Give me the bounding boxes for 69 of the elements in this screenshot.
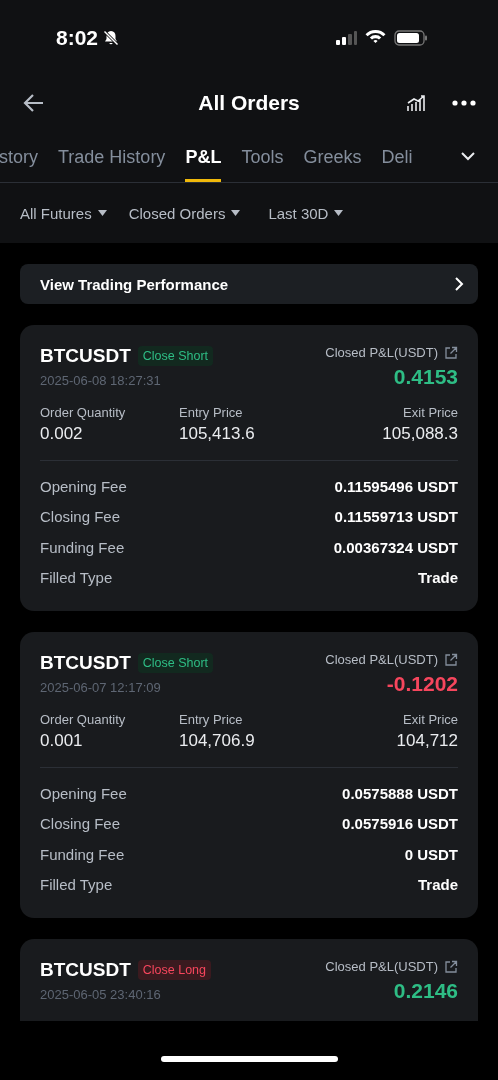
- side-badge: Close Short: [137, 346, 214, 366]
- pnl-label: Closed P&L(USDT): [325, 652, 438, 667]
- tab[interactable]: Trade History: [58, 131, 166, 182]
- fee-label: Opening Fee: [40, 477, 127, 495]
- stat-value: 105,088.3: [382, 424, 458, 444]
- tab[interactable]: story: [0, 131, 38, 182]
- share-icon[interactable]: [444, 345, 458, 360]
- symbol: BTCUSDT: [40, 959, 131, 981]
- fee-value: 0.0575888 USDT: [342, 784, 458, 802]
- fee-value: 0.11595496 USDT: [334, 477, 458, 495]
- caret-icon: [231, 210, 241, 216]
- pnl-label: Closed P&L(USDT): [325, 345, 438, 360]
- fee-label: Funding Fee: [40, 538, 125, 556]
- caret-icon: [334, 210, 344, 216]
- battery-icon: [394, 29, 428, 46]
- pnl-label: Closed P&L(USDT): [325, 959, 438, 974]
- tab[interactable]: Greeks: [303, 131, 362, 182]
- stat-value: 0.002: [40, 424, 83, 444]
- clock: 8:02: [56, 25, 99, 50]
- stat-value: 104,712: [396, 731, 458, 751]
- stat-label: Order Quantity: [40, 405, 126, 420]
- symbol: BTCUSDT: [40, 345, 131, 367]
- fee-label: Funding Fee: [40, 845, 125, 863]
- tab[interactable]: Tools: [241, 131, 284, 182]
- tab[interactable]: Deli: [381, 131, 413, 182]
- stat-label: Entry Price: [179, 405, 243, 420]
- fee-label: Closing Fee: [40, 508, 121, 526]
- filter-dropdown[interactable]: Last 30D: [268, 204, 344, 222]
- chevron-right-icon: [454, 277, 464, 291]
- symbol: BTCUSDT: [40, 652, 131, 674]
- signal-icon: [335, 30, 357, 45]
- trading-performance-button[interactable]: View Trading Performance: [20, 264, 478, 304]
- page-title: All Orders: [198, 91, 300, 115]
- fee-value: 0.00367324 USDT: [333, 538, 458, 556]
- fee-label: Closing Fee: [40, 815, 121, 833]
- fee-label: Filled Type: [40, 569, 113, 587]
- fee-value: Trade: [417, 569, 458, 587]
- stat-label: Exit Price: [403, 405, 458, 420]
- fee-value: Trade: [417, 876, 458, 894]
- pnl-value: -0.1202: [386, 672, 458, 696]
- stat-label: Entry Price: [179, 712, 243, 727]
- stat-label: Order Quantity: [40, 712, 126, 727]
- wifi-icon: [365, 30, 386, 45]
- order-time: 2025-06-07 12:17:09: [40, 680, 161, 695]
- order-time: 2025-06-08 18:27:31: [40, 373, 161, 388]
- side-badge: Close Long: [137, 960, 212, 980]
- chevron-down-icon: [461, 152, 475, 161]
- fee-label: Filled Type: [40, 876, 113, 894]
- filter-dropdown[interactable]: All Futures: [20, 204, 107, 222]
- stat-value: 104,706.9: [179, 731, 255, 751]
- caret-icon: [97, 210, 107, 216]
- stat-value: 0.001: [40, 731, 83, 751]
- order-time: 2025-06-05 23:40:16: [40, 987, 161, 1002]
- pnl-value: 0.2146: [393, 979, 458, 1003]
- pnl-value: 0.4153: [393, 365, 458, 389]
- chart-button[interactable]: [406, 93, 426, 113]
- fee-value: 0 USDT: [404, 845, 458, 863]
- stat-label: Exit Price: [403, 712, 458, 727]
- fee-label: Opening Fee: [40, 784, 127, 802]
- fee-value: 0.11559713 USDT: [334, 508, 458, 526]
- fee-value: 0.0575916 USDT: [342, 815, 458, 833]
- bell-muted-icon: [102, 28, 121, 47]
- more-button[interactable]: [452, 100, 476, 106]
- filter-dropdown[interactable]: Closed Orders: [128, 204, 241, 222]
- stat-value: 105,413.6: [179, 424, 255, 444]
- tab[interactable]: P&L: [185, 131, 222, 182]
- side-badge: Close Short: [137, 653, 214, 673]
- share-icon[interactable]: [444, 959, 458, 974]
- share-icon[interactable]: [444, 652, 458, 667]
